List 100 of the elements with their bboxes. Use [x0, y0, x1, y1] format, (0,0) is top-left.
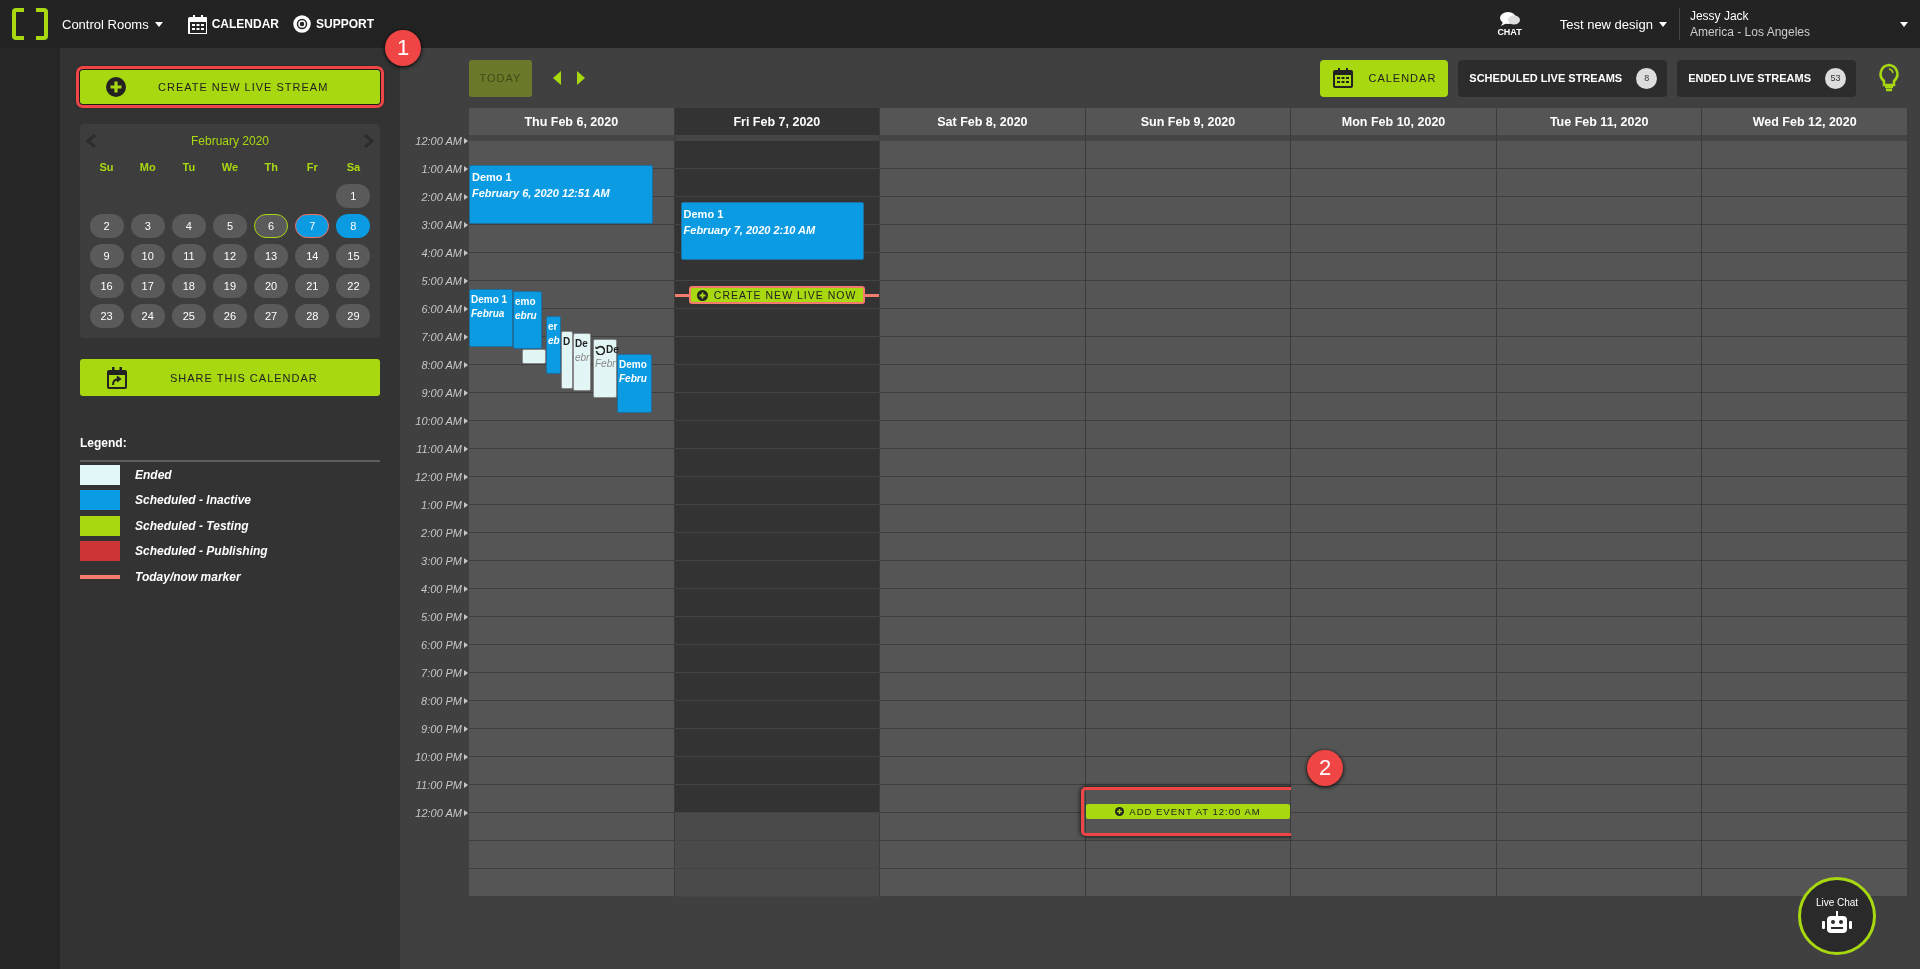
nav-link[interactable]: SUPPORT	[293, 15, 375, 33]
time-label: 10:00 AM	[415, 415, 462, 427]
weekday-label: Th	[264, 160, 278, 175]
event-card[interactable]: D	[561, 331, 573, 389]
event-time: ebr	[575, 351, 589, 365]
calendar-day[interactable]: 9	[89, 244, 124, 268]
time-label: 3:00 PM	[421, 555, 462, 567]
calendar-day[interactable]: 14	[295, 244, 330, 268]
legend-label: Scheduled - Publishing	[135, 544, 268, 559]
calendar-day[interactable]: 27	[254, 304, 289, 328]
time-label: 2:00 PM	[421, 527, 462, 539]
day-header: Wed Feb 12, 2020	[1702, 108, 1907, 135]
calendar-day[interactable]: 1	[336, 184, 371, 208]
time-label: 10:00 PM	[414, 751, 462, 763]
event-time: eb	[548, 334, 559, 348]
time-label: 6:00 AM	[421, 303, 462, 315]
day-header: Tue Feb 11, 2020	[1496, 108, 1702, 135]
calendar-day[interactable]: 12	[213, 244, 247, 268]
calendar-day[interactable]: 11	[171, 244, 206, 268]
calendar-day[interactable]: 23	[89, 304, 124, 328]
next-arrow-icon[interactable]	[577, 71, 585, 85]
calendar-day[interactable]: 15	[336, 244, 371, 268]
view-tab[interactable]: SCHEDULED LIVE STREAMS 8	[1458, 59, 1668, 97]
time-label: 12:00 AM	[415, 807, 462, 819]
event-title: Demo 1	[472, 170, 512, 185]
calendar-day[interactable]: 18	[171, 274, 206, 298]
calendar-day[interactable]: 13	[254, 244, 289, 268]
time-label: 4:00 PM	[421, 583, 462, 595]
weekday-label: Tu	[182, 160, 196, 175]
time-label: 4:00 AM	[421, 247, 462, 259]
calendar-day[interactable]: 20	[254, 274, 289, 298]
chat-button[interactable]: CHAT	[1497, 11, 1522, 37]
view-tab[interactable]: CALENDAR	[1320, 59, 1449, 97]
event-title: er	[548, 320, 558, 334]
time-label: 8:00 AM	[421, 359, 462, 371]
event-title: Demo 1	[683, 207, 724, 222]
event-time: Febr	[595, 357, 615, 371]
caret-icon[interactable]	[1900, 21, 1908, 27]
event-title: Demo	[619, 358, 647, 372]
event-time: Februa	[471, 307, 506, 321]
event-time: ebru	[515, 309, 538, 323]
legend-label: Today/now marker	[135, 569, 241, 584]
event-time: February 6, 2020 12:51 AM	[472, 186, 611, 201]
weekday-label: We	[221, 160, 239, 175]
event-time: February 7, 2020 2:10 AM	[683, 223, 817, 238]
control-rooms-menu[interactable]: Control Rooms	[62, 16, 163, 32]
previous-arrow-icon[interactable]	[553, 71, 561, 85]
day-header: Thu Feb 6, 2020	[469, 108, 674, 135]
event-card[interactable]	[522, 349, 546, 364]
logo-icon[interactable]	[12, 8, 48, 40]
live-chat-label: Live Chat	[1815, 897, 1859, 908]
view-tab[interactable]: ENDED LIVE STREAMS 53	[1677, 59, 1856, 97]
time-label: 12:00 PM	[414, 471, 462, 483]
calendar-day[interactable]: 29	[336, 304, 371, 328]
weekday-label: Mo	[139, 160, 156, 175]
calendar-share-icon	[106, 365, 128, 390]
plus-circle-icon	[106, 77, 126, 97]
legend-label: Ended	[135, 467, 172, 482]
calendar-day[interactable]: 4	[171, 214, 206, 238]
event-title: emo	[515, 295, 536, 309]
calendar-day[interactable]: 2	[89, 214, 124, 238]
calendar-day[interactable]: 19	[213, 274, 247, 298]
plus-circle-icon	[1115, 807, 1125, 816]
time-label: 11:00 PM	[415, 779, 462, 791]
time-label: 1:00 AM	[421, 163, 462, 175]
calendar-day[interactable]: 10	[130, 244, 165, 268]
calendar-day[interactable]: 6	[254, 214, 289, 238]
count-badge: 8	[1636, 67, 1658, 89]
user-name: Jessy Jack	[1689, 8, 1750, 24]
time-label: 1:00 PM	[421, 499, 462, 511]
calendar-day[interactable]: 28	[295, 304, 330, 328]
calendar-day[interactable]: 22	[336, 274, 371, 298]
calendar-day[interactable]: 3	[130, 214, 165, 238]
month-label: February 2020	[190, 134, 269, 148]
calendar-day[interactable]: 26	[213, 304, 247, 328]
design-menu[interactable]: Test new design	[1559, 16, 1667, 32]
day-header: Sun Feb 9, 2020	[1085, 108, 1291, 135]
time-label: 2:00 AM	[421, 191, 462, 203]
calendar-icon	[186, 14, 207, 34]
lightbulb-icon[interactable]	[1878, 63, 1900, 93]
time-label: 9:00 PM	[421, 723, 462, 735]
calendar-day[interactable]: 21	[295, 274, 330, 298]
user-location: America - Los Angeles	[1689, 24, 1810, 40]
create-live-now-button[interactable]: CREATE NEW LIVE NOW	[688, 286, 865, 304]
event-title: D	[563, 335, 571, 349]
event-card[interactable]: De ebr	[573, 333, 591, 391]
calendar-day[interactable]: 17	[130, 274, 165, 298]
day-header: Mon Feb 10, 2020	[1291, 108, 1496, 135]
calendar-day[interactable]: 16	[89, 274, 124, 298]
share-calendar-button[interactable]: SHARE THIS CALENDAR	[80, 359, 380, 396]
calendar-day[interactable]: 24	[130, 304, 165, 328]
calendar-day[interactable]: 25	[171, 304, 206, 328]
calendar-icon	[1332, 67, 1355, 89]
caret-icon	[1658, 21, 1667, 27]
nav-link[interactable]: CALENDAR	[186, 14, 280, 34]
add-event-button[interactable]: ADD EVENT AT 12:00 AM	[1085, 804, 1291, 819]
calendar-day[interactable]: 5	[213, 214, 247, 238]
legend-title: Legend:	[80, 436, 380, 462]
chat-label: CHAT	[1497, 27, 1522, 37]
time-label: 7:00 AM	[421, 331, 462, 343]
